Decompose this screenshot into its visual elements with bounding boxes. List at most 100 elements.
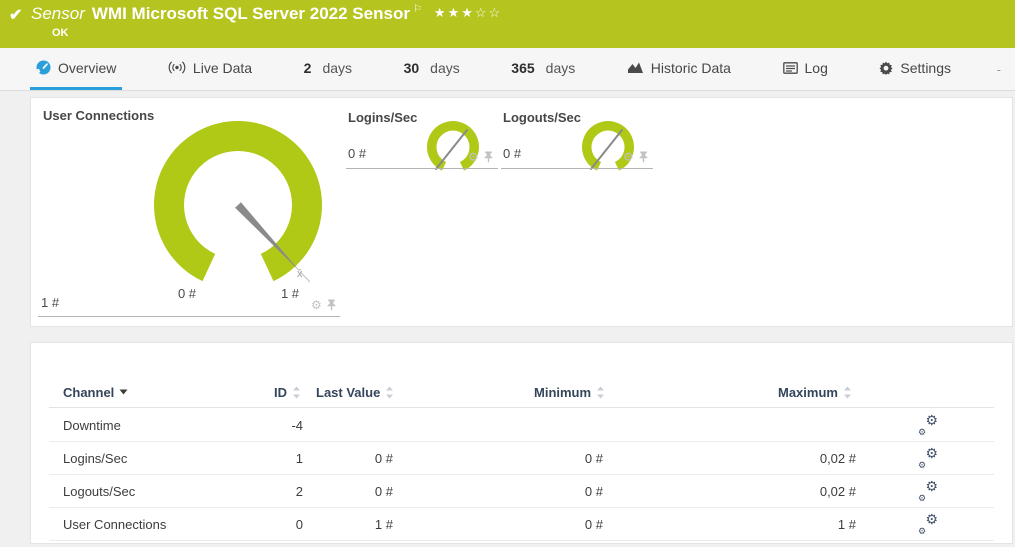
tab-number: 30 xyxy=(404,60,420,76)
channel-settings-icon[interactable]: ⚙⚙ xyxy=(911,442,945,475)
channel-name: User Connections xyxy=(63,508,166,541)
area-chart-icon xyxy=(627,61,644,74)
gauge-tile-controls: ⚙ xyxy=(311,299,336,311)
tab-label: Log xyxy=(805,60,828,76)
table-row: User Connections 0 1 # 0 # 1 # ⚙⚙ xyxy=(31,508,1014,541)
gauge-current-value: 1 # xyxy=(41,295,59,310)
table-row: Downtime -4 ⚙⚙ xyxy=(31,409,1014,442)
tab-number: 365 xyxy=(511,60,534,76)
gauge-title-logouts-sec: Logouts/Sec xyxy=(503,110,581,125)
pin-icon[interactable] xyxy=(639,151,648,163)
channel-minimum: 0 # xyxy=(481,508,603,541)
tab-number: 2 xyxy=(304,60,312,76)
tile-divider xyxy=(38,316,340,317)
tab-label: Overview xyxy=(58,60,116,76)
user-connections-gauge xyxy=(141,113,341,283)
tile-divider xyxy=(501,168,653,169)
tab-historic-data[interactable]: Historic Data xyxy=(621,48,737,90)
channel-last-value: 0 # xyxy=(281,475,393,508)
tab-settings[interactable]: Settings xyxy=(873,48,957,90)
tab-overview[interactable]: Overview xyxy=(30,48,122,90)
channel-maximum: 0,02 # xyxy=(726,475,856,508)
sort-icon xyxy=(292,386,301,399)
column-header-minimum[interactable]: Minimum xyxy=(534,383,605,401)
pin-icon[interactable] xyxy=(327,299,336,311)
column-header-channel[interactable]: Channel xyxy=(63,383,128,401)
channel-last-value: 1 # xyxy=(281,508,393,541)
gauge-icon xyxy=(36,60,51,75)
pin-icon[interactable] xyxy=(484,151,493,163)
broadcast-icon xyxy=(168,61,186,74)
table-row: Logins/Sec 1 0 # 0 # 0,02 # ⚙⚙ xyxy=(31,442,1014,475)
sort-icon xyxy=(385,386,394,399)
gauge-tile-controls: ⚙ xyxy=(623,151,648,163)
mean-marker: x̄ xyxy=(297,268,303,280)
tab-unit: days xyxy=(546,60,576,76)
priority-star-rating[interactable]: ★★★☆☆ xyxy=(434,5,502,21)
logouts-sec-gauge xyxy=(578,118,642,178)
flag-icon[interactable]: ⚐ xyxy=(413,4,422,15)
content-area: User Connections x̄ 0 # 1 # 1 # ⚙ Logins… xyxy=(0,91,1015,544)
gauge-current-value: 0 # xyxy=(503,146,521,161)
channels-panel: Channel ID Last Value Minimum Maximum Do… xyxy=(30,342,1013,544)
gear-icon[interactable]: ⚙ xyxy=(623,151,634,163)
object-kind-label: Sensor xyxy=(31,3,85,25)
gear-icon xyxy=(879,61,893,75)
gauge-scale-min: 0 # xyxy=(167,286,207,301)
tab-365-days[interactable]: 365 days xyxy=(505,48,581,90)
gear-icon[interactable]: ⚙ xyxy=(311,299,322,311)
gauge-title-logins-sec: Logins/Sec xyxy=(348,110,417,125)
tile-divider xyxy=(346,168,498,169)
gauge-current-value: 0 # xyxy=(348,146,366,161)
tab-label: Historic Data xyxy=(651,60,731,76)
channel-last-value: 0 # xyxy=(281,442,393,475)
channel-settings-icon[interactable]: ⚙⚙ xyxy=(911,475,945,508)
channel-last-value xyxy=(281,409,393,442)
header-label: ID xyxy=(274,385,287,400)
sort-icon xyxy=(596,386,605,399)
tab-bar: Overview Live Data 2days 30days 365days … xyxy=(0,48,1015,91)
channel-minimum xyxy=(481,409,603,442)
channel-maximum xyxy=(726,409,856,442)
header-divider xyxy=(49,407,994,408)
channel-name: Downtime xyxy=(63,409,121,442)
page-title: WMI Microsoft SQL Server 2022 Sensor xyxy=(92,3,410,25)
channel-maximum: 1 # xyxy=(726,508,856,541)
tab-label: Live Data xyxy=(193,60,252,76)
sort-desc-icon xyxy=(119,389,128,395)
log-icon xyxy=(783,62,798,74)
channel-settings-icon[interactable]: ⚙⚙ xyxy=(911,409,945,442)
tab-2-days[interactable]: 2 days xyxy=(298,48,358,90)
gauges-panel: User Connections x̄ 0 # 1 # 1 # ⚙ Logins… xyxy=(30,97,1013,327)
column-header-maximum[interactable]: Maximum xyxy=(778,383,852,401)
channel-settings-icon[interactable]: ⚙⚙ xyxy=(911,508,945,541)
column-header-id[interactable]: ID xyxy=(231,383,301,401)
channel-maximum: 0,02 # xyxy=(726,442,856,475)
gauge-tile-controls: ⚙ xyxy=(468,151,493,163)
tab-live-data[interactable]: Live Data xyxy=(162,48,258,90)
channel-minimum: 0 # xyxy=(481,475,603,508)
gauge-scale-max: 1 # xyxy=(270,286,310,301)
logins-sec-gauge xyxy=(423,118,487,178)
gauge-title-user-connections: User Connections xyxy=(43,108,154,123)
header-label: Last Value xyxy=(316,385,380,400)
tab-log[interactable]: Log xyxy=(777,48,834,90)
header-label: Minimum xyxy=(534,385,591,400)
tab-30-days[interactable]: 30 days xyxy=(398,48,466,90)
status-check-icon: ✔ xyxy=(9,5,22,25)
channel-name: Logins/Sec xyxy=(63,442,127,475)
gear-icon[interactable]: ⚙ xyxy=(468,151,479,163)
row-divider xyxy=(49,540,994,541)
column-header-last-value[interactable]: Last Value xyxy=(316,383,394,401)
tab-unit: days xyxy=(322,60,352,76)
table-row: Logouts/Sec 2 0 # 0 # 0,02 # ⚙⚙ xyxy=(31,475,1014,508)
header-label: Channel xyxy=(63,385,114,400)
tab-overflow-indicator: - xyxy=(997,62,1001,77)
header-label: Maximum xyxy=(778,385,838,400)
status-badge: OK xyxy=(52,27,69,39)
channel-name: Logouts/Sec xyxy=(63,475,135,508)
sort-icon xyxy=(843,386,852,399)
sensor-header: ✔ Sensor WMI Microsoft SQL Server 2022 S… xyxy=(0,0,1015,48)
tab-label: Settings xyxy=(900,60,951,76)
tab-unit: days xyxy=(430,60,460,76)
